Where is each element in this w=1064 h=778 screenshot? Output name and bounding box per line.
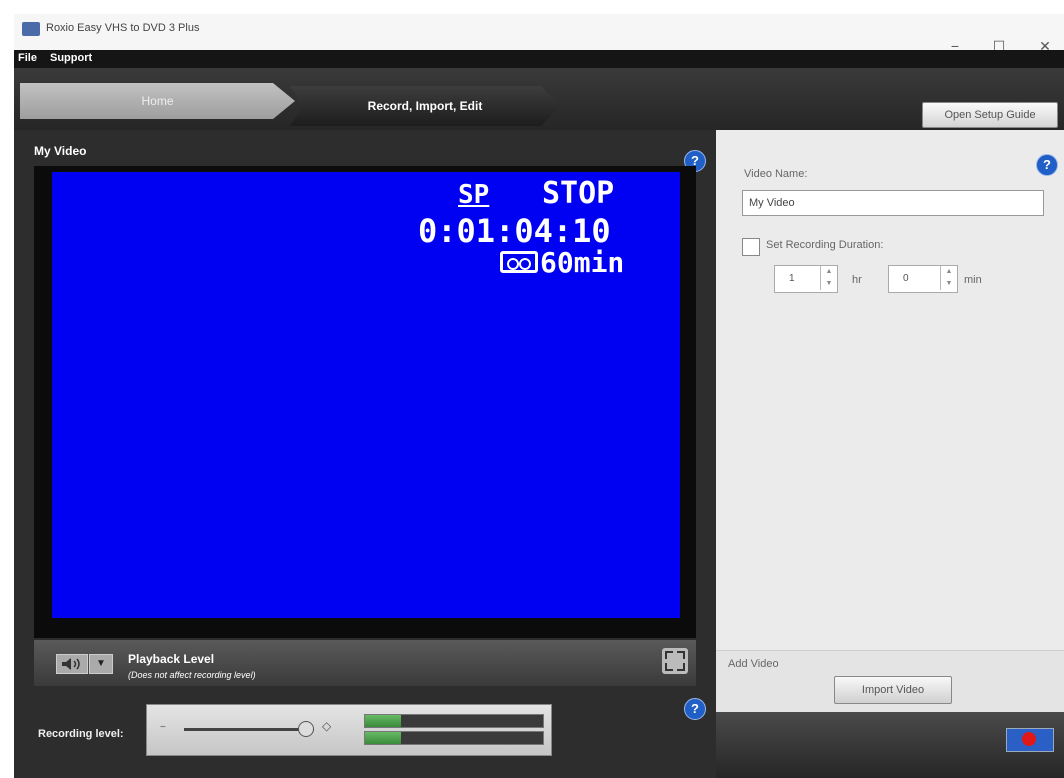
playback-level-note: (Does not affect recording level) xyxy=(128,670,256,680)
speaker-icon[interactable] xyxy=(56,654,88,674)
fullscreen-icon[interactable] xyxy=(662,648,688,674)
menu-bar xyxy=(14,50,1064,68)
audio-meter-left xyxy=(364,714,544,728)
hours-value: 1 xyxy=(789,273,795,284)
record-icon[interactable] xyxy=(1022,732,1036,746)
playback-level-label: Playback Level xyxy=(128,652,215,666)
window-title: Roxio Easy VHS to DVD 3 Plus xyxy=(46,22,200,34)
volume-dropdown-button[interactable]: ▼ xyxy=(89,654,113,674)
speaker-icon-svg xyxy=(62,658,80,670)
app-icon xyxy=(22,22,40,36)
video-panel-title: My Video xyxy=(34,144,87,158)
recording-level-slider-handle[interactable] xyxy=(297,721,314,737)
menu-support[interactable]: Support xyxy=(50,52,92,64)
video-name-label: Video Name: xyxy=(744,168,808,180)
recording-level-slider[interactable] xyxy=(184,728,314,731)
osd-tape-length: 60min xyxy=(540,246,625,279)
audio-meter-left-fill xyxy=(365,715,401,727)
help-icon[interactable]: ? xyxy=(1036,154,1058,176)
minus-icon: − xyxy=(160,722,166,733)
audio-meter-right-fill xyxy=(365,732,401,744)
tab-home[interactable]: Home xyxy=(20,83,295,119)
minutes-value: 0 xyxy=(903,273,909,284)
import-video-button[interactable]: Import Video xyxy=(834,676,952,704)
osd-status: STOP xyxy=(542,176,615,211)
plus-icon: ◇ xyxy=(322,719,332,733)
hours-unit: hr xyxy=(852,274,862,286)
osd-tape-speed: SP xyxy=(458,180,490,210)
recording-level-label: Recording level: xyxy=(38,728,124,740)
set-duration-label: Set Recording Duration: xyxy=(766,239,884,251)
stepper-arrows-icon[interactable]: ▲ ▼ xyxy=(820,266,837,290)
minutes-unit: min xyxy=(964,274,982,286)
hours-stepper[interactable]: 1 ▲ ▼ xyxy=(774,265,838,293)
stepper-arrows-icon[interactable]: ▲ ▼ xyxy=(940,266,957,290)
osd-timecode: 0:01:04:10 xyxy=(418,212,611,250)
tab-record-import-edit[interactable]: Record, Import, Edit xyxy=(290,86,560,126)
cassette-icon xyxy=(500,251,538,273)
minutes-stepper[interactable]: 0 ▲ ▼ xyxy=(888,265,958,293)
set-duration-checkbox[interactable] xyxy=(742,238,760,256)
add-video-label: Add Video xyxy=(728,658,779,670)
audio-meter-right xyxy=(364,731,544,745)
help-icon[interactable]: ? xyxy=(684,698,706,720)
menu-file[interactable]: File xyxy=(18,52,37,64)
video-name-input[interactable] xyxy=(742,190,1044,216)
open-setup-guide-button[interactable]: Open Setup Guide xyxy=(922,102,1058,128)
